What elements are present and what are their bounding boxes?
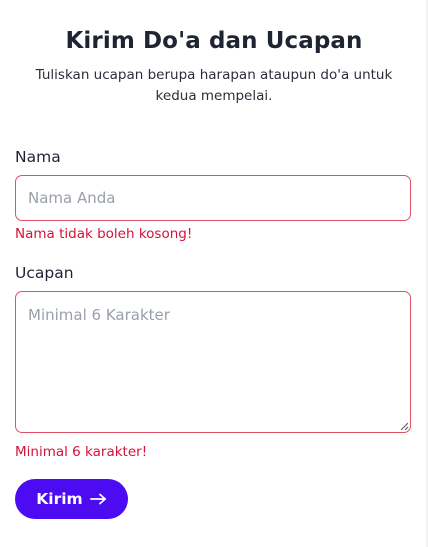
page-subtitle: Tuliskan ucapan berupa harapan ataupun d… — [35, 67, 393, 104]
submit-button-label: Kirim — [36, 490, 83, 508]
message-label: Ucapan — [15, 264, 74, 282]
resize-handle-icon[interactable] — [400, 422, 409, 431]
page-title: Kirim Do'a dan Ucapan — [65, 28, 363, 54]
name-label: Nama — [15, 148, 61, 166]
submit-button[interactable]: Kirim — [15, 479, 128, 519]
name-error-message: Nama tidak boleh kosong! — [15, 226, 193, 242]
message-error-message: Minimal 6 karakter! — [15, 444, 148, 460]
message-textarea[interactable] — [15, 291, 411, 433]
name-input[interactable] — [15, 175, 411, 221]
wish-form-page: Kirim Do'a dan Ucapan Tuliskan ucapan be… — [0, 0, 428, 547]
arrow-right-icon — [89, 493, 106, 505]
